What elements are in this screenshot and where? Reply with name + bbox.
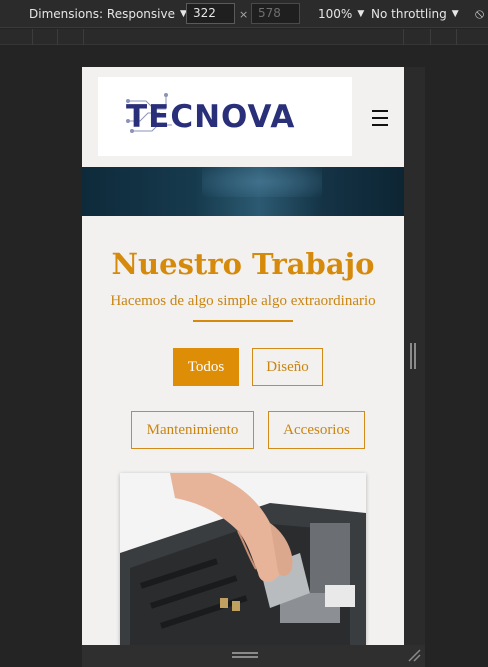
dimension-separator: ×	[239, 7, 249, 21]
portfolio-item-image[interactable]	[120, 473, 366, 645]
logo-text: TECNOVA	[126, 99, 296, 135]
emulated-page: TECNOVA Nuestro Trabajo Hacemos de algo …	[82, 67, 404, 645]
media-query-segment[interactable]	[456, 29, 488, 45]
media-query-segment[interactable]	[430, 29, 456, 45]
dropdown-caret-icon: ▼	[451, 9, 459, 19]
viewport-width-input[interactable]: 322	[186, 3, 235, 24]
hero-banner-image	[82, 167, 404, 216]
zoom-dropdown[interactable]: 100% ▼	[318, 0, 364, 28]
filter-todos-button[interactable]: Todos	[173, 348, 239, 386]
media-query-segment[interactable]	[403, 29, 430, 45]
media-query-segment[interactable]	[57, 29, 83, 45]
motherboard-photo	[120, 473, 366, 645]
media-query-segment[interactable]	[32, 29, 57, 45]
resize-handle-icon[interactable]	[410, 343, 416, 369]
throttling-dropdown[interactable]: No throttling ▼	[371, 0, 459, 28]
filter-mantenimiento-button[interactable]: Mantenimiento	[131, 411, 254, 449]
media-query-segment[interactable]	[83, 29, 403, 45]
dropdown-caret-icon: ▼	[357, 9, 365, 19]
resize-corner-icon[interactable]	[407, 648, 421, 662]
site-logo[interactable]: TECNOVA	[98, 77, 352, 156]
dimensions-dropdown[interactable]: Dimensions: Responsive ▼	[29, 0, 187, 28]
devtools-device-toolbar: Dimensions: Responsive ▼ 322 × 578 100% …	[0, 0, 488, 28]
section-subtitle: Hacemos de algo simple algo extraordinar…	[110, 293, 376, 309]
hamburger-menu-icon[interactable]	[372, 110, 388, 128]
throttling-label: No throttling	[371, 7, 447, 21]
site-header: TECNOVA	[82, 67, 404, 167]
zoom-label: 100%	[318, 7, 353, 21]
rotate-icon[interactable]: ⦸	[475, 0, 484, 28]
dimensions-label: Dimensions: Responsive	[29, 7, 175, 21]
filter-accesorios-button[interactable]: Accesorios	[268, 411, 365, 449]
media-query-bar	[0, 29, 488, 45]
filter-diseno-button[interactable]: Diseño	[252, 348, 323, 386]
title-divider	[193, 320, 293, 322]
viewport-height-input[interactable]: 578	[251, 3, 300, 24]
resize-handle-icon[interactable]	[232, 652, 258, 658]
section-title: Nuestro Trabajo	[111, 247, 375, 281]
